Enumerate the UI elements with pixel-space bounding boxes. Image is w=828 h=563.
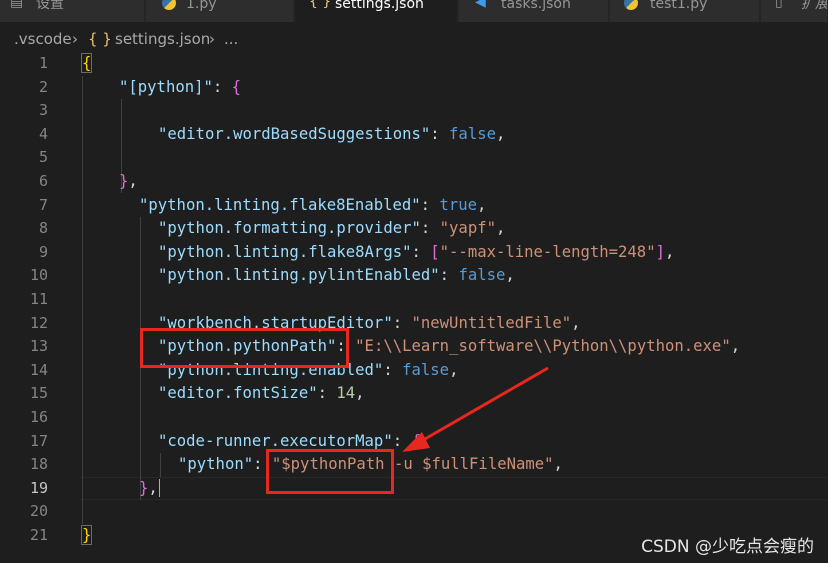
watermark: CSDN @少吃点会瘦的 — [641, 537, 814, 557]
annotation-arrow — [402, 366, 549, 452]
